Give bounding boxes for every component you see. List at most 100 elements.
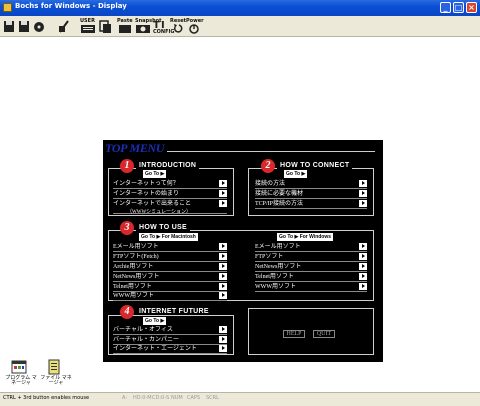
win-item-label: Eメール用ソフト: [255, 244, 301, 250]
win-item-label: FTPソフト: [255, 254, 284, 260]
vm-display[interactable]: TOP MENU 1 INTRODUCTION Go To ▶ インターネットっ…: [0, 37, 480, 392]
connect-item-label: TCP/IP接続の方法: [255, 201, 304, 207]
arrow-icon: [219, 326, 227, 333]
future-goto-button[interactable]: Go To ▶: [143, 317, 167, 325]
mac-item-6[interactable]: WWW用ソフト: [113, 292, 227, 301]
future-item-label: インターネット・エージェント: [113, 346, 197, 352]
intro-item-1[interactable]: インターネットって何？: [113, 180, 227, 189]
program-manager-icon[interactable]: プログラム マネージャ: [4, 359, 38, 391]
intro-item-sublabel: （WWWシミュレーション）: [127, 210, 191, 215]
win-item-3[interactable]: NetNews用ソフト: [255, 263, 367, 272]
section-number-badge: 2: [261, 159, 275, 173]
connect-item-2[interactable]: 接続に必要な機材: [255, 190, 367, 199]
floppy-b-icon[interactable]: [18, 18, 30, 34]
user-icon[interactable]: USER: [80, 18, 96, 34]
close-button[interactable]: ×: [466, 2, 477, 13]
mac-item-2[interactable]: FTPソフト(Fetch): [113, 253, 227, 262]
status-field-scrl: SCRL: [206, 395, 219, 401]
internet-future-title: INTERNET FUTURE: [136, 308, 212, 315]
arrow-icon: [359, 273, 367, 280]
goto-label: Go To: [145, 171, 160, 177]
mac-item-4[interactable]: NetNews用ソフト: [113, 273, 227, 282]
arrow-icon: [219, 180, 227, 187]
cdrom-icon[interactable]: [33, 18, 45, 34]
mac-item-label: FTPソフト(Fetch): [113, 254, 159, 260]
arrow-icon: [359, 283, 367, 290]
win-item-1[interactable]: Eメール用ソフト: [255, 243, 367, 252]
status-bar: CTRL + 3rd button enables mouse A: HD:0-…: [0, 392, 480, 406]
file-manager-icon[interactable]: ファイル マネージャ: [39, 359, 73, 391]
connect-item-label: 接続に必要な機材: [255, 191, 304, 197]
config-icon[interactable]: TI CONFIG: [153, 18, 174, 35]
arrow-icon: [219, 200, 227, 207]
goto-macintosh-button[interactable]: Go To ▶ For Macintosh: [139, 233, 198, 241]
minimize-button[interactable]: _: [440, 2, 451, 13]
mac-item-label: Telnet用ソフト: [113, 284, 152, 290]
win-item-label: Telnet用ソフト: [255, 274, 294, 280]
future-item-label: バーチャル・カンパニー: [113, 337, 179, 343]
arrow-icon: [219, 190, 227, 197]
section-number-badge: 3: [120, 221, 134, 235]
arrow-icon: [219, 336, 227, 343]
paste-icon[interactable]: Paste: [117, 18, 133, 34]
quit-button[interactable]: QUIT: [313, 330, 335, 338]
title-divider: [167, 151, 375, 152]
section-number-badge: 4: [120, 305, 134, 319]
mac-item-5[interactable]: Telnet用ソフト: [113, 283, 227, 292]
snapshot-icon[interactable]: Snapshot: [135, 18, 161, 34]
introduction-title: INTRODUCTION: [136, 162, 200, 169]
win-item-5[interactable]: WWW用ソフト: [255, 283, 367, 292]
mouse-icon[interactable]: [57, 18, 71, 34]
intro-item-3[interactable]: インターネットで出来ること （WWWシミュレーション）: [113, 200, 227, 215]
future-item-label: バーチャル・オフィス: [113, 327, 173, 333]
title-bar[interactable]: Bochs for Windows - Display _ □ ×: [0, 0, 480, 16]
win-item-2[interactable]: FTPソフト: [255, 253, 367, 262]
top-menu-screen: TOP MENU 1 INTRODUCTION Go To ▶ インターネットっ…: [103, 140, 383, 362]
status-field-num: NUM: [171, 395, 183, 401]
floppy-a-icon[interactable]: [3, 18, 15, 34]
help-quit-panel: [248, 308, 374, 355]
how-to-use-title: HOW TO USE: [136, 224, 190, 231]
connect-goto-button[interactable]: Go To ▶: [284, 170, 308, 178]
power-icon[interactable]: Power: [186, 18, 204, 34]
copy-icon[interactable]: [99, 18, 113, 34]
menu-title: TOP MENU: [105, 141, 165, 155]
mac-item-label: Archie用ソフト: [113, 264, 154, 270]
app-icon: [3, 3, 12, 12]
mac-item-label: NetNews用ソフト: [113, 274, 160, 280]
connect-item-1[interactable]: 接続の方法: [255, 180, 367, 189]
mac-item-1[interactable]: Eメール用ソフト: [113, 243, 227, 252]
win-item-4[interactable]: Telnet用ソフト: [255, 273, 367, 282]
future-item-2[interactable]: バーチャル・カンパニー: [113, 336, 227, 345]
arrow-icon: [219, 243, 227, 250]
intro-goto-button[interactable]: Go To ▶: [143, 170, 167, 178]
arrow-icon: [359, 190, 367, 197]
help-button[interactable]: HELP: [283, 330, 305, 338]
desktop-icon-label: プログラム マネージャ: [5, 375, 37, 386]
intro-item-label: インターネットで出来ること: [113, 201, 192, 207]
status-field-floppy: A:: [122, 395, 128, 401]
section-number-badge: 1: [120, 159, 134, 173]
reset-icon[interactable]: Reset: [170, 18, 186, 34]
intro-item-2[interactable]: インターネットの始まり: [113, 190, 227, 199]
arrow-icon: [219, 273, 227, 280]
future-item-3[interactable]: インターネット・エージェント: [113, 345, 227, 354]
status-field-hd: HD:0-M: [133, 395, 152, 401]
future-item-1[interactable]: バーチャル・オフィス: [113, 326, 227, 335]
arrow-icon: [359, 180, 367, 187]
arrow-icon: [219, 292, 227, 299]
goto-windows-button[interactable]: Go To ▶ For Windows: [277, 233, 334, 241]
desktop-icon-label: ファイル マネージャ: [40, 375, 72, 386]
connect-item-label: 接続の方法: [255, 181, 286, 187]
arrow-icon: [219, 263, 227, 270]
connect-item-3[interactable]: TCP/IP接続の方法: [255, 200, 367, 209]
bochs-window: Bochs for Windows - Display _ □ × USER P…: [0, 0, 480, 406]
goto-label: Go To: [286, 171, 301, 177]
arrow-icon: [219, 345, 227, 352]
mac-item-3[interactable]: Archie用ソフト: [113, 263, 227, 272]
mac-item-label: Eメール用ソフト: [113, 244, 159, 250]
mac-item-label: WWW用ソフト: [113, 293, 154, 299]
maximize-button[interactable]: □: [453, 2, 464, 13]
status-field-caps: CAPS: [187, 395, 201, 401]
window-title: Bochs for Windows - Display: [15, 2, 127, 10]
